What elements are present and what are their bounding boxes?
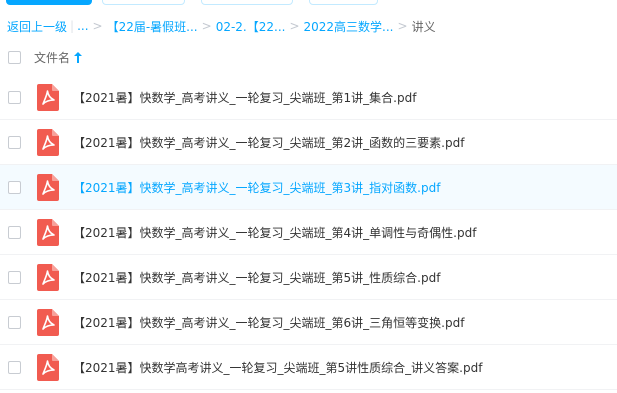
row-checkbox[interactable] xyxy=(8,90,21,104)
row-checkbox[interactable] xyxy=(8,360,21,374)
breadcrumb-item[interactable]: 02-2.【22... xyxy=(216,18,286,35)
file-row[interactable]: 【2021暑】快数学_高考讲义_一轮复习_尖端班_第4讲_单调性与奇偶性.pdf xyxy=(0,210,617,255)
file-name[interactable]: 【2021暑】快数学_高考讲义_一轮复习_尖端班_第5讲_性质综合.pdf xyxy=(73,269,440,286)
file-row[interactable]: 【2021暑】快数学_高考讲义_一轮复习_尖端班_第1讲_集合.pdf xyxy=(0,75,617,120)
breadcrumb-current: 讲义 xyxy=(411,19,436,34)
toolbar-button-4[interactable] xyxy=(309,0,378,5)
chevron-right-icon: > xyxy=(201,19,212,33)
breadcrumb: 返回上一级 | ... > 【22届-暑假班... > 02-2.【22... … xyxy=(7,17,436,35)
pdf-file-icon xyxy=(37,308,59,336)
select-all-checkbox[interactable] xyxy=(8,50,21,64)
chevron-right-icon: > xyxy=(92,19,103,33)
chevron-right-icon: > xyxy=(397,19,408,33)
file-list-header: 文件名 xyxy=(0,44,617,70)
file-name[interactable]: 【2021暑】快数学_高考讲义_一轮复习_尖端班_第6讲_三角恒等变换.pdf xyxy=(73,314,464,331)
column-header-filename[interactable]: 文件名 xyxy=(34,49,70,66)
row-checkbox[interactable] xyxy=(8,180,21,194)
row-checkbox[interactable] xyxy=(8,225,21,239)
upload-button[interactable] xyxy=(6,0,92,5)
sort-ascending-icon[interactable] xyxy=(74,51,83,63)
pdf-file-icon xyxy=(37,263,59,291)
file-row[interactable]: 【2021暑】快数学_高考讲义_一轮复习_尖端班_第5讲_性质综合.pdf xyxy=(0,255,617,300)
file-row[interactable]: 【2021暑】快数学_高考讲义_一轮复习_尖端班_第3讲_指对函数.pdf xyxy=(0,165,617,210)
toolbar-button-3[interactable] xyxy=(201,0,293,5)
breadcrumb-item[interactable]: 2022高三数学... xyxy=(304,18,394,35)
file-name[interactable]: 【2021暑】快数学_高考讲义_一轮复习_尖端班_第3讲_指对函数.pdf xyxy=(73,179,440,196)
file-name[interactable]: 【2021暑】快数学_高考讲义_一轮复习_尖端班_第4讲_单调性与奇偶性.pdf xyxy=(73,224,476,241)
file-name[interactable]: 【2021暑】快数学_高考讲义_一轮复习_尖端班_第1讲_集合.pdf xyxy=(73,89,416,106)
chevron-right-icon: > xyxy=(289,19,300,33)
breadcrumb-divider: | xyxy=(70,19,75,33)
breadcrumb-item[interactable]: 【22届-暑假班... xyxy=(107,18,198,35)
toolbar-button-2[interactable] xyxy=(102,0,185,5)
breadcrumb-ellipsis[interactable]: ... xyxy=(77,19,88,33)
file-name[interactable]: 【2021暑】快数学高考讲义_一轮复习_尖端班_第5讲性质综合_讲义答案.pdf xyxy=(73,359,482,376)
file-row[interactable]: 【2021暑】快数学高考讲义_一轮复习_尖端班_第5讲性质综合_讲义答案.pdf xyxy=(0,345,617,390)
row-checkbox[interactable] xyxy=(8,135,21,149)
row-checkbox[interactable] xyxy=(8,270,21,284)
file-row[interactable]: 【2021暑】快数学_高考讲义_一轮复习_尖端班_第2讲_函数的三要素.pdf xyxy=(0,120,617,165)
toolbar xyxy=(0,0,617,8)
file-name[interactable]: 【2021暑】快数学_高考讲义_一轮复习_尖端班_第2讲_函数的三要素.pdf xyxy=(73,134,464,151)
pdf-file-icon xyxy=(37,173,59,201)
pdf-file-icon xyxy=(37,83,59,111)
row-checkbox[interactable] xyxy=(8,315,21,329)
pdf-file-icon xyxy=(37,353,59,381)
file-list: 【2021暑】快数学_高考讲义_一轮复习_尖端班_第1讲_集合.pdf 【2021… xyxy=(0,75,617,390)
file-row[interactable]: 【2021暑】快数学_高考讲义_一轮复习_尖端班_第6讲_三角恒等变换.pdf xyxy=(0,300,617,345)
pdf-file-icon xyxy=(37,128,59,156)
back-link[interactable]: 返回上一级 xyxy=(7,18,67,35)
pdf-file-icon xyxy=(37,218,59,246)
